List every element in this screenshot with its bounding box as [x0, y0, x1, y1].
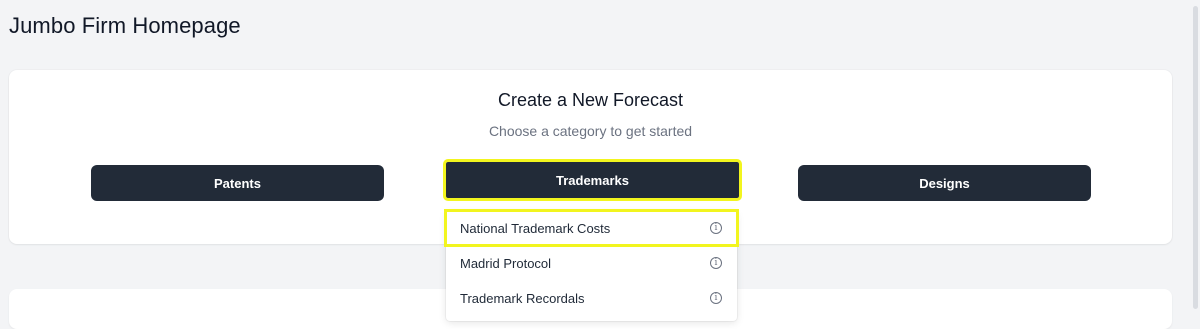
patents-button[interactable]: Patents	[91, 165, 384, 201]
trademarks-button[interactable]: Trademarks	[443, 159, 742, 201]
menu-item-national-trademark-costs[interactable]: National Trademark Costs i	[444, 209, 739, 247]
vertical-scrollbar[interactable]	[1190, 0, 1200, 315]
info-icon[interactable]: i	[710, 257, 722, 269]
menu-item-label: Trademark Recordals	[460, 290, 585, 306]
menu-item-trademark-recordals[interactable]: Trademark Recordals i	[446, 281, 737, 315]
info-icon[interactable]: i	[710, 292, 722, 304]
scrollbar-thumb[interactable]	[1193, 6, 1198, 309]
page-title: Jumbo Firm Homepage	[9, 13, 241, 38]
forecast-subtitle: Choose a category to get started	[488, 123, 693, 139]
trademarks-dropdown-menu: National Trademark Costs i Madrid Protoc…	[444, 209, 739, 321]
forecast-title: Create a New Forecast	[497, 90, 684, 110]
menu-item-label: Madrid Protocol	[460, 255, 552, 271]
menu-item-label: National Trademark Costs	[460, 220, 611, 236]
menu-item-madrid-protocol[interactable]: Madrid Protocol i	[446, 246, 737, 280]
designs-button[interactable]: Designs	[798, 165, 1091, 201]
info-icon[interactable]: i	[710, 222, 722, 234]
